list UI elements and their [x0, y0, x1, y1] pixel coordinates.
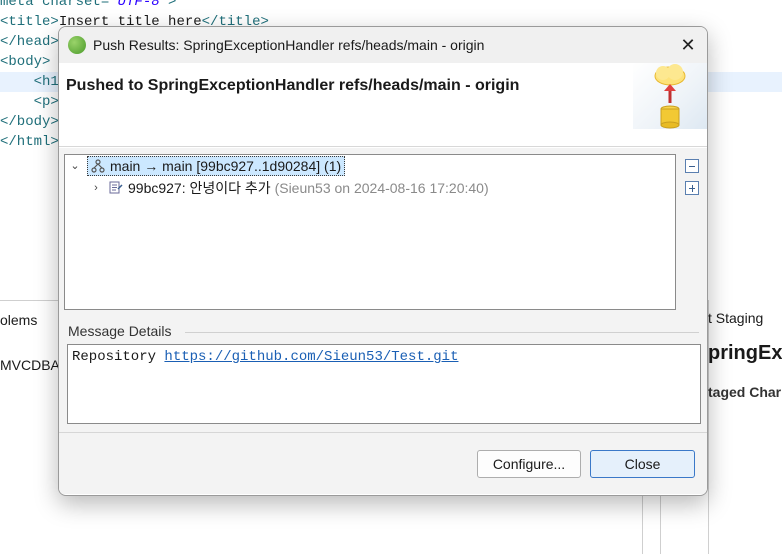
- code-line: meta charset= UTF-8 >: [0, 0, 177, 10]
- push-results-tree[interactable]: ⌄ main → main [99bc927..1d90284] (1) › 9…: [64, 154, 676, 310]
- repository-prefix: Repository: [72, 349, 165, 365]
- close-button[interactable]: Close: [590, 450, 695, 478]
- close-icon[interactable]: ✕: [675, 33, 701, 57]
- commit-meta: (Sieun53 on 2024-08-16 17:20:40): [274, 180, 489, 196]
- problems-tab-label[interactable]: olems: [0, 312, 37, 328]
- code-line: <h1: [0, 74, 59, 90]
- code-line: <p>: [0, 94, 59, 110]
- footer-divider: [59, 432, 707, 433]
- dialog-title: Push Results: SpringExceptionHandler ref…: [93, 37, 485, 53]
- expand-all-icon[interactable]: [685, 181, 699, 195]
- repository-link[interactable]: https://github.com/Sieun53/Test.git: [164, 349, 458, 365]
- code-line: </head>: [0, 34, 59, 50]
- commit-icon: [109, 181, 123, 194]
- branch-row-selection[interactable]: main → main [99bc927..1d90284] (1): [87, 156, 346, 176]
- panel-divider: [642, 496, 643, 554]
- git-staging-title: pringExc: [708, 342, 782, 364]
- message-details-text[interactable]: Repository https://github.com/Sieun53/Te…: [67, 344, 701, 424]
- git-staging-panel: [708, 300, 782, 554]
- header-title: Pushed to SpringExceptionHandler refs/he…: [66, 77, 520, 94]
- panel-divider: [660, 496, 661, 554]
- dialog-header: Pushed to SpringExceptionHandler refs/he…: [59, 63, 707, 147]
- code-line: <body>: [0, 54, 51, 70]
- dialog-titlebar[interactable]: Push Results: SpringExceptionHandler ref…: [59, 27, 707, 63]
- dialog-body: ⌄ main → main [99bc927..1d90284] (1) › 9…: [59, 148, 707, 494]
- commit-message: 99bc927: 안녕이다 추가: [128, 180, 271, 196]
- branch-row-label: main → main [99bc927..1d90284] (1): [110, 158, 342, 174]
- branch-icon: [91, 159, 105, 173]
- collapse-all-icon[interactable]: [685, 159, 699, 173]
- spring-icon: [68, 36, 86, 54]
- project-item-label[interactable]: MVCDBA: [0, 357, 60, 373]
- message-details-divider: [185, 332, 699, 333]
- tree-row-commit[interactable]: › 99bc927: 안녕이다 추가 (Sieun53 on 2024-08-1…: [65, 177, 675, 199]
- push-to-repository-icon: [633, 63, 707, 129]
- message-details-label: Message Details: [68, 323, 172, 339]
- chevron-right-icon[interactable]: ›: [90, 177, 102, 199]
- code-line: </html>: [0, 134, 59, 150]
- chevron-down-icon[interactable]: ⌄: [69, 155, 81, 177]
- git-staging-tab[interactable]: t Staging: [708, 310, 763, 326]
- code-line: </body>: [0, 114, 59, 130]
- push-results-dialog: Push Results: SpringExceptionHandler ref…: [58, 26, 708, 496]
- tree-row-branch[interactable]: ⌄ main → main [99bc927..1d90284] (1): [65, 155, 675, 177]
- unstaged-changes-label: taged Char: [708, 384, 782, 400]
- configure-button[interactable]: Configure...: [477, 450, 581, 478]
